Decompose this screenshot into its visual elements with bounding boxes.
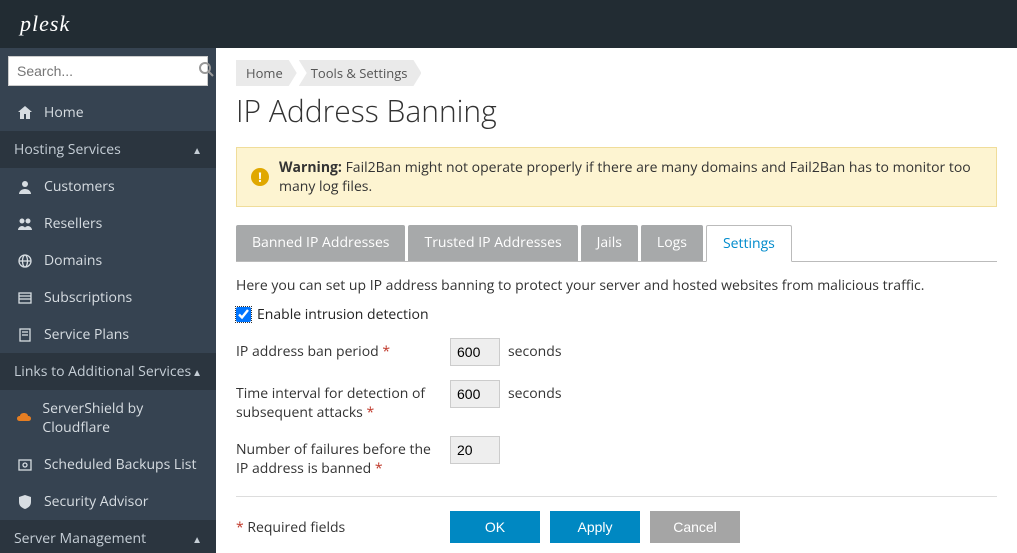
unit-interval: seconds <box>500 380 997 403</box>
tab-logs[interactable]: Logs <box>641 225 703 261</box>
cancel-button[interactable]: Cancel <box>650 511 740 543</box>
sidebar-item-subscriptions[interactable]: Subscriptions <box>0 279 216 316</box>
reseller-icon <box>14 216 36 232</box>
sidebar-item-label: Service Plans <box>44 325 129 344</box>
sidebar-item-label: ServerShield by Cloudflare <box>42 399 202 437</box>
page-title: IP Address Banning <box>236 90 997 131</box>
enable-intrusion-label: Enable intrusion detection <box>257 305 429 324</box>
unit-ban-period: seconds <box>500 338 997 361</box>
customer-icon <box>14 179 36 195</box>
enable-intrusion-checkbox[interactable] <box>236 307 251 322</box>
logo: plesk <box>20 11 70 37</box>
sidebar-item-label: Customers <box>44 177 115 196</box>
sidebar-item-label: Domains <box>44 251 102 270</box>
sidebar-item-label: Security Advisor <box>44 492 149 511</box>
warning-icon: ! <box>251 168 269 186</box>
sidebar-item-customers[interactable]: Customers <box>0 168 216 205</box>
input-failures[interactable] <box>450 436 500 464</box>
sidebar-item-cloudflare[interactable]: ServerShield by Cloudflare <box>0 390 216 446</box>
sidebar-item-label: Subscriptions <box>44 288 132 307</box>
input-ban-period[interactable] <box>450 338 500 366</box>
sidebar-item-home[interactable]: Home <box>0 94 216 131</box>
sidebar-section-server[interactable]: Server Management ▲ <box>0 520 216 553</box>
main-content: Home Tools & Settings IP Address Banning… <box>216 48 1017 553</box>
tabs: Banned IP Addresses Trusted IP Addresses… <box>236 225 997 262</box>
label-ban-period: IP address ban period * <box>236 338 450 361</box>
label-interval: Time interval for detection of subsequen… <box>236 380 450 422</box>
label-failures: Number of failures before the IP address… <box>236 436 450 478</box>
chevron-up-icon: ▲ <box>192 365 202 379</box>
sidebar-item-security[interactable]: Security Advisor <box>0 483 216 520</box>
shield-icon <box>14 494 36 510</box>
sidebar-item-plans[interactable]: Service Plans <box>0 316 216 353</box>
globe-icon <box>14 253 36 269</box>
sidebar-section-links[interactable]: Links to Additional Services ▲ <box>0 353 216 390</box>
sidebar-item-label: Resellers <box>44 214 102 233</box>
warning-banner: ! Warning: Fail2Ban might not operate pr… <box>236 147 997 207</box>
sidebar-item-label: Home <box>44 103 84 122</box>
chevron-up-icon: ▲ <box>192 532 202 546</box>
breadcrumb-item[interactable]: Tools & Settings <box>299 60 422 86</box>
tab-settings[interactable]: Settings <box>706 225 792 262</box>
input-interval[interactable] <box>450 380 500 408</box>
tab-trusted-ips[interactable]: Trusted IP Addresses <box>408 225 577 261</box>
sidebar-section-hosting[interactable]: Hosting Services ▲ <box>0 131 216 168</box>
subscription-icon <box>14 290 36 306</box>
plan-icon <box>14 327 36 343</box>
ok-button[interactable]: OK <box>450 511 540 543</box>
chevron-up-icon: ▲ <box>192 143 202 157</box>
search-input-wrap[interactable] <box>8 56 208 86</box>
sidebar-item-label: Scheduled Backups List <box>44 455 196 474</box>
top-bar: plesk <box>0 0 1017 48</box>
sidebar-item-domains[interactable]: Domains <box>0 242 216 279</box>
apply-button[interactable]: Apply <box>550 511 640 543</box>
sidebar-section-label: Server Management <box>14 529 146 548</box>
home-icon <box>14 105 36 121</box>
unit-failures <box>500 436 997 440</box>
required-fields-note: * Required fields <box>236 518 450 537</box>
sidebar-item-resellers[interactable]: Resellers <box>0 205 216 242</box>
tab-banned-ips[interactable]: Banned IP Addresses <box>236 225 405 261</box>
backup-icon <box>14 457 36 473</box>
warning-text: Warning: Fail2Ban might not operate prop… <box>279 158 982 196</box>
cloudflare-icon <box>14 410 34 426</box>
breadcrumb-item[interactable]: Home <box>236 60 297 86</box>
search-input[interactable] <box>17 63 198 79</box>
sidebar-section-label: Links to Additional Services <box>14 362 191 381</box>
tab-jails[interactable]: Jails <box>581 225 638 261</box>
sidebar-section-label: Hosting Services <box>14 140 121 159</box>
sidebar: Home Hosting Services ▲ Customers Resell… <box>0 48 216 553</box>
breadcrumb: Home Tools & Settings <box>236 60 997 86</box>
sidebar-item-backups[interactable]: Scheduled Backups List <box>0 446 216 483</box>
search-icon[interactable] <box>198 61 214 82</box>
tab-description: Here you can set up IP address banning t… <box>236 276 997 295</box>
